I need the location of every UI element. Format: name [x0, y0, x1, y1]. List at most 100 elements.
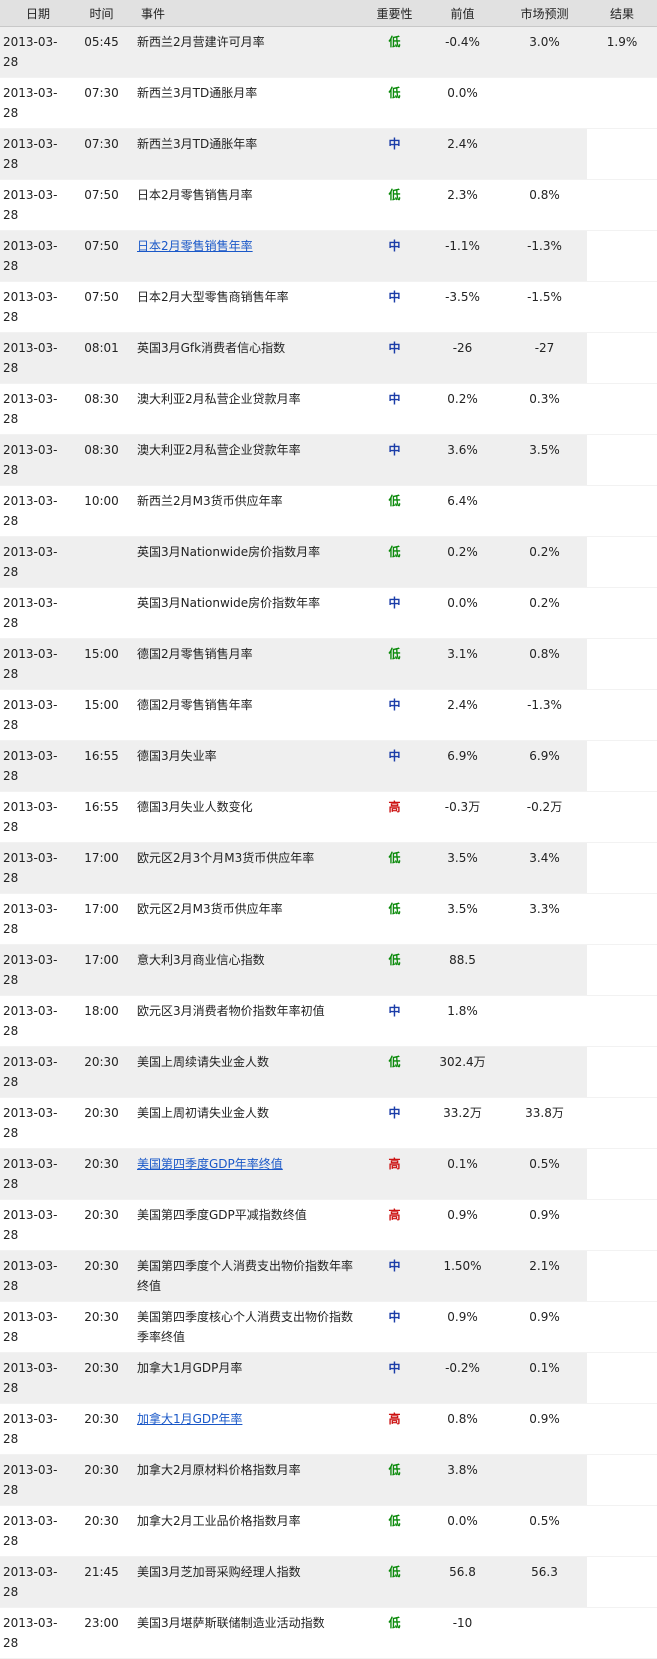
header-importance: 重要性 — [366, 0, 423, 27]
cell-time: 10:00 — [72, 485, 131, 537]
cell-forecast: 3.5% — [502, 434, 587, 486]
cell-result — [587, 230, 657, 282]
cell-date: 2013-03-28 — [0, 1301, 72, 1353]
cell-importance: 低 — [366, 1046, 423, 1098]
cell-event: 欧元区2月3个月M3货币供应年率 — [131, 842, 366, 894]
importance-badge: 低 — [388, 902, 401, 916]
cell-previous: -1.1% — [423, 230, 502, 282]
importance-badge: 中 — [388, 1310, 401, 1324]
cell-event: 德国2月零售销售年率 — [131, 689, 366, 741]
cell-previous: 0.0% — [423, 1505, 502, 1557]
table-row: 2013-03-28 英国3月Nationwide房价指数年率 中 0.0% 0.2% — [0, 587, 657, 639]
cell-forecast: 0.9% — [502, 1403, 587, 1455]
cell-time: 23:00 — [72, 1607, 131, 1659]
cell-importance: 中 — [366, 995, 423, 1047]
cell-previous: 0.1% — [423, 1148, 502, 1200]
cell-date: 2013-03-28 — [0, 689, 72, 741]
table-row: 2013-03-28 20:30 美国第四季度个人消费支出物价指数年率终值 中 1.50… — [0, 1250, 657, 1302]
cell-date: 2013-03-28 — [0, 1505, 72, 1557]
cell-previous: 302.4万 — [423, 1046, 502, 1098]
event-link[interactable]: 美国第四季度GDP年率终值 — [137, 1157, 283, 1171]
cell-importance: 中 — [366, 434, 423, 486]
cell-event: 加拿大2月工业品价格指数月率 — [131, 1505, 366, 1557]
cell-importance: 低 — [366, 638, 423, 690]
cell-date: 2013-03-28 — [0, 230, 72, 282]
cell-event: 澳大利亚2月私营企业贷款月率 — [131, 383, 366, 435]
table-row: 2013-03-28 20:30 美国第四季度GDP年率终值 高 0.1% 0.5% — [0, 1148, 657, 1200]
cell-time: 08:30 — [72, 434, 131, 486]
importance-badge: 高 — [388, 1208, 401, 1222]
cell-previous: 0.9% — [423, 1301, 502, 1353]
cell-result — [587, 995, 657, 1047]
importance-badge: 高 — [388, 1157, 401, 1171]
header-event: 事件 — [131, 0, 366, 27]
cell-event: 意大利3月商业信心指数 — [131, 944, 366, 996]
header-forecast: 市场预测 — [502, 0, 587, 27]
table-row: 2013-03-28 08:30 澳大利亚2月私营企业贷款月率 中 0.2% 0.3% — [0, 383, 657, 435]
cell-result — [587, 1199, 657, 1251]
table-row: 2013-03-28 21:45 美国3月芝加哥采购经理人指数 低 56.8 56.3 — [0, 1556, 657, 1608]
cell-date: 2013-03-28 — [0, 1148, 72, 1200]
importance-badge: 中 — [388, 392, 401, 406]
cell-forecast — [502, 1607, 587, 1659]
importance-badge: 低 — [388, 545, 401, 559]
cell-time: 08:30 — [72, 383, 131, 435]
header-result: 结果 — [587, 0, 657, 27]
cell-result — [587, 1505, 657, 1557]
cell-date: 2013-03-28 — [0, 536, 72, 588]
cell-previous: 2.3% — [423, 179, 502, 231]
cell-forecast: 56.3 — [502, 1556, 587, 1608]
cell-importance: 中 — [366, 128, 423, 180]
cell-previous: -3.5% — [423, 281, 502, 333]
cell-time: 18:00 — [72, 995, 131, 1047]
cell-forecast — [502, 1454, 587, 1506]
cell-forecast: 0.3% — [502, 383, 587, 435]
cell-importance: 中 — [366, 740, 423, 792]
cell-importance: 中 — [366, 230, 423, 282]
cell-importance: 低 — [366, 1607, 423, 1659]
importance-badge: 中 — [388, 596, 401, 610]
cell-forecast: 0.5% — [502, 1505, 587, 1557]
cell-result — [587, 383, 657, 435]
cell-importance: 中 — [366, 1352, 423, 1404]
cell-date: 2013-03-28 — [0, 1250, 72, 1302]
cell-date: 2013-03-28 — [0, 1046, 72, 1098]
cell-result — [587, 1097, 657, 1149]
cell-event: 美国第四季度GDP年率终值 — [131, 1148, 366, 1200]
cell-previous: 3.1% — [423, 638, 502, 690]
cell-result — [587, 893, 657, 945]
cell-time: 20:30 — [72, 1403, 131, 1455]
table-row: 2013-03-28 20:30 美国上周续请失业金人数 低 302.4万 — [0, 1046, 657, 1098]
event-link[interactable]: 加拿大1月GDP年率 — [137, 1412, 242, 1426]
cell-time: 17:00 — [72, 842, 131, 894]
cell-importance: 低 — [366, 842, 423, 894]
cell-time: 21:45 — [72, 1556, 131, 1608]
cell-importance: 中 — [366, 281, 423, 333]
importance-badge: 低 — [388, 86, 401, 100]
cell-event: 加拿大1月GDP月率 — [131, 1352, 366, 1404]
table-row: 2013-03-28 07:50 日本2月零售销售年率 中 -1.1% -1.3% — [0, 230, 657, 282]
cell-time — [72, 536, 131, 588]
cell-importance: 低 — [366, 536, 423, 588]
cell-date: 2013-03-28 — [0, 740, 72, 792]
table-row: 2013-03-28 20:30 加拿大1月GDP年率 高 0.8% 0.9% — [0, 1403, 657, 1455]
cell-date: 2013-03-28 — [0, 791, 72, 843]
cell-result — [587, 1607, 657, 1659]
table-row: 2013-03-28 07:30 新西兰3月TD通胀月率 低 0.0% — [0, 77, 657, 129]
cell-time: 17:00 — [72, 893, 131, 945]
cell-importance: 高 — [366, 1148, 423, 1200]
event-link[interactable]: 日本2月零售销售年率 — [137, 239, 253, 253]
importance-badge: 低 — [388, 494, 401, 508]
cell-event: 英国3月Nationwide房价指数月率 — [131, 536, 366, 588]
cell-result — [587, 536, 657, 588]
cell-event: 日本2月零售销售年率 — [131, 230, 366, 282]
cell-time: 16:55 — [72, 791, 131, 843]
table-row: 2013-03-28 15:00 德国2月零售销售年率 中 2.4% -1.3% — [0, 689, 657, 741]
cell-event: 美国上周初请失业金人数 — [131, 1097, 366, 1149]
cell-event: 美国上周续请失业金人数 — [131, 1046, 366, 1098]
cell-time: 20:30 — [72, 1097, 131, 1149]
cell-importance: 中 — [366, 383, 423, 435]
header-previous: 前值 — [423, 0, 502, 27]
cell-event: 美国第四季度核心个人消费支出物价指数季率终值 — [131, 1301, 366, 1353]
cell-result — [587, 944, 657, 996]
